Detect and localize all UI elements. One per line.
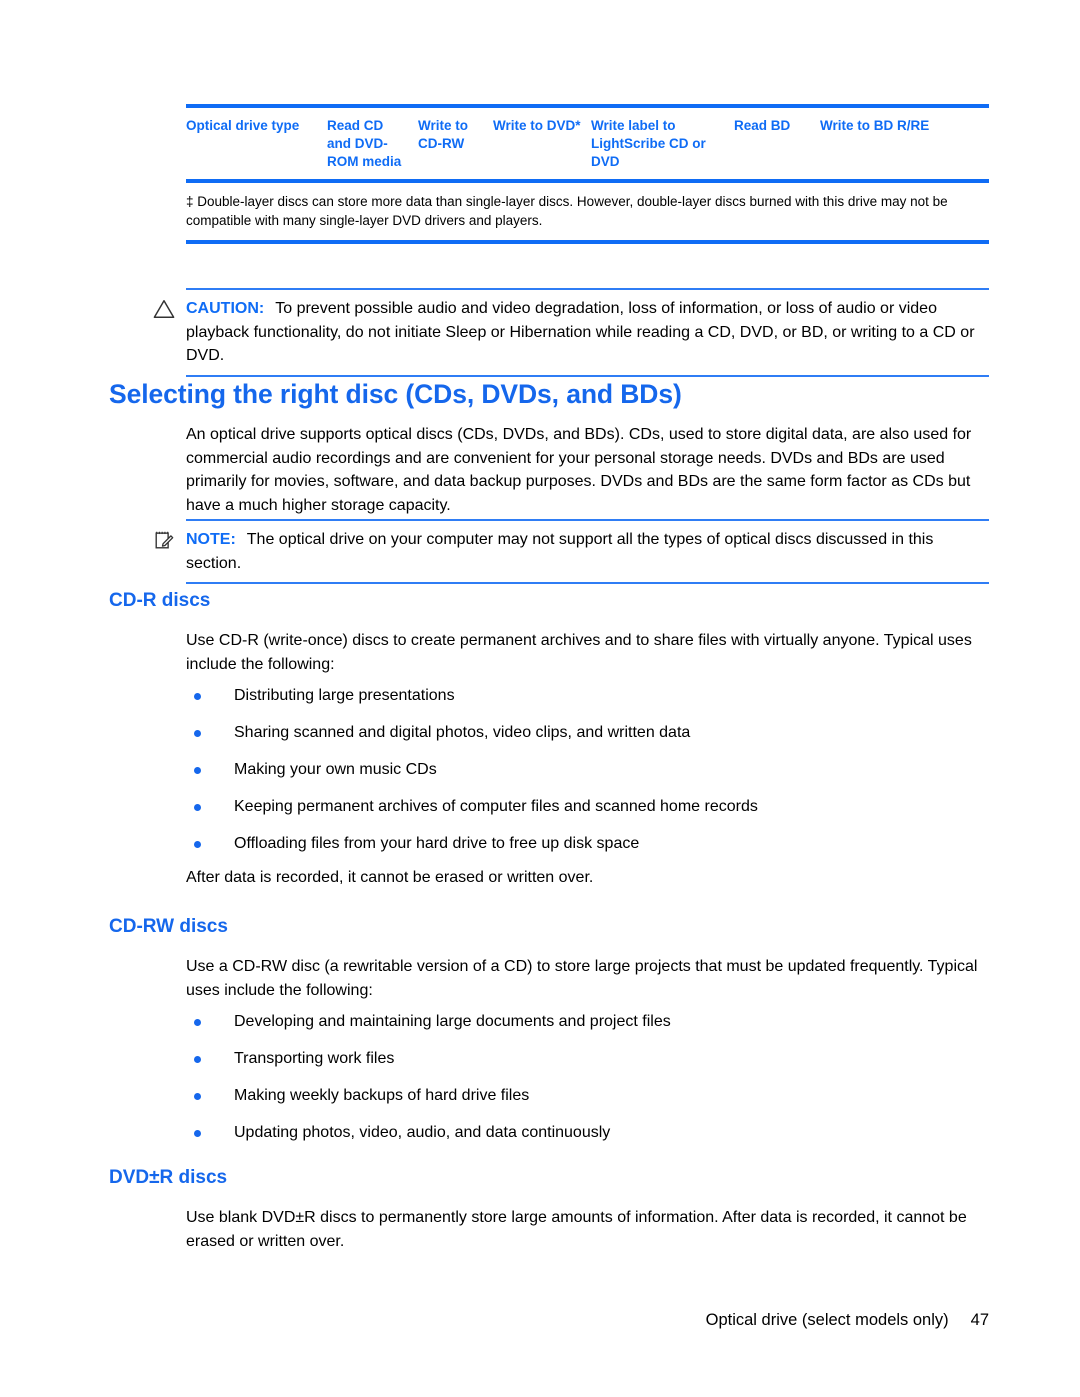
bullet-dot-icon bbox=[194, 767, 201, 774]
bullet-dot-icon bbox=[194, 1130, 201, 1137]
bullet-dot-icon bbox=[194, 804, 201, 811]
list-item-label: Making your own music CDs bbox=[234, 761, 437, 778]
note-bottom-rule bbox=[186, 582, 989, 584]
list-item: Keeping permanent archives of computer f… bbox=[186, 796, 992, 818]
caution-label: CAUTION: bbox=[186, 300, 265, 317]
bullet-dot-icon bbox=[194, 1093, 201, 1100]
list-item-label: Making weekly backups of hard drive file… bbox=[234, 1087, 530, 1104]
table-header-read-bd: Read BD bbox=[734, 118, 791, 133]
list-item: Sharing scanned and digital photos, vide… bbox=[186, 722, 992, 744]
cd-rw-bullet-list: Developing and maintaining large documen… bbox=[186, 1011, 992, 1159]
list-item-label: Keeping permanent archives of computer f… bbox=[234, 798, 758, 815]
warning-triangle-icon bbox=[153, 300, 175, 318]
page-number: 47 bbox=[970, 1311, 989, 1329]
bullet-dot-icon bbox=[194, 841, 201, 848]
page-title: Selecting the right disc (CDs, DVDs, and… bbox=[109, 379, 682, 409]
bullet-dot-icon bbox=[194, 1019, 201, 1026]
note-pad-icon bbox=[155, 531, 174, 549]
optical-drive-table: Optical drive type Read CD and DVD-ROM m… bbox=[186, 104, 989, 244]
note-content: NOTE: The optical drive on your computer … bbox=[155, 521, 989, 582]
cd-r-bullet-list: Distributing large presentations Sharing… bbox=[186, 685, 992, 870]
bullet-dot-icon bbox=[194, 693, 201, 700]
heading-cd-r-discs: CD-R discs bbox=[109, 590, 211, 611]
list-item-label: Distributing large presentations bbox=[234, 687, 455, 704]
heading-cd-rw-discs: CD-RW discs bbox=[109, 916, 228, 937]
list-item-label: Updating photos, video, audio, and data … bbox=[234, 1124, 611, 1141]
caution-content: CAUTION: To prevent possible audio and vi… bbox=[153, 290, 989, 375]
table-header-row: Optical drive type Read CD and DVD-ROM m… bbox=[186, 108, 989, 179]
cd-r-outro-paragraph: After data is recorded, it cannot be era… bbox=[186, 869, 594, 886]
cd-r-intro-paragraph: Use CD-R (write-once) discs to create pe… bbox=[186, 632, 972, 673]
table-footnote: ‡ Double-layer discs can store more data… bbox=[186, 194, 948, 228]
table-header-optical-drive-type: Optical drive type bbox=[186, 118, 300, 133]
list-item: Making weekly backups of hard drive file… bbox=[186, 1085, 992, 1107]
list-item: Updating photos, video, audio, and data … bbox=[186, 1122, 992, 1144]
document-page: Optical drive type Read CD and DVD-ROM m… bbox=[0, 0, 1080, 1397]
caution-text: To prevent possible audio and video degr… bbox=[186, 300, 975, 364]
dvd-r-intro-paragraph: Use blank DVD±R discs to permanently sto… bbox=[186, 1209, 967, 1250]
note-text: The optical drive on your computer may n… bbox=[186, 531, 934, 572]
table-header-write-to-bd-r-re: Write to BD R/RE bbox=[820, 118, 930, 133]
caution-bottom-rule bbox=[186, 374, 989, 377]
note-label: NOTE: bbox=[186, 531, 236, 548]
cd-rw-intro-paragraph: Use a CD-RW disc (a rewritable version o… bbox=[186, 958, 978, 999]
list-item-label: Developing and maintaining large documen… bbox=[234, 1013, 671, 1030]
table-header-read-cd-dvd-rom: Read CD and DVD-ROM media bbox=[327, 118, 402, 169]
list-item: Offloading files from your hard drive to… bbox=[186, 833, 992, 855]
page-footer: Optical drive (select models only) 47 bbox=[706, 1311, 989, 1330]
list-item: Distributing large presentations bbox=[186, 685, 992, 707]
list-item: Developing and maintaining large documen… bbox=[186, 1011, 992, 1033]
note-admonition: NOTE: The optical drive on your computer … bbox=[155, 519, 989, 584]
table-bottom-rule bbox=[186, 240, 989, 244]
list-item: Transporting work files bbox=[186, 1048, 992, 1070]
table-header-write-to-dvd: Write to DVD* bbox=[493, 118, 581, 133]
heading-dvd-r-discs: DVD±R discs bbox=[109, 1167, 228, 1188]
list-item-label: Transporting work files bbox=[234, 1050, 395, 1067]
bullet-dot-icon bbox=[194, 730, 201, 737]
caution-admonition: CAUTION: To prevent possible audio and vi… bbox=[153, 288, 989, 377]
section-intro-paragraph: An optical drive supports optical discs … bbox=[186, 426, 972, 514]
list-item: Making your own music CDs bbox=[186, 759, 992, 781]
table-header-write-label-lightscribe: Write label to LightScribe CD or DVD bbox=[591, 118, 706, 169]
list-item-label: Offloading files from your hard drive to… bbox=[234, 835, 640, 852]
list-item-label: Sharing scanned and digital photos, vide… bbox=[234, 724, 691, 741]
bullet-dot-icon bbox=[194, 1056, 201, 1063]
footer-title: Optical drive (select models only) bbox=[705, 1311, 949, 1329]
table-header-write-to-cd-rw: Write to CD-RW bbox=[418, 118, 468, 151]
